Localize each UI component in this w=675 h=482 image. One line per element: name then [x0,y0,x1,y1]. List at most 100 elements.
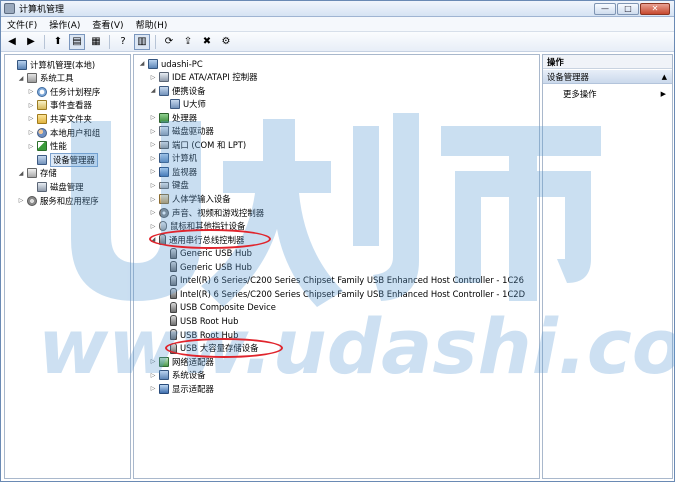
expand-toggle-icon[interactable]: ▷ [27,115,35,122]
expand-toggle-icon[interactable]: ◢ [17,170,25,177]
sound-icon [159,207,169,218]
device-tree-item[interactable]: ▷ 处理器 [149,111,197,124]
device-tree-item[interactable]: USB Root Hub [160,314,238,327]
expand-toggle-icon[interactable]: ◢ [17,75,25,82]
device-tree-item[interactable]: USB Composite Device [160,301,276,314]
expand-toggle-icon[interactable]: ▷ [27,102,35,109]
device-tree-item[interactable]: Intel(R) 6 Series/C200 Series Chipset Fa… [160,274,524,287]
back-icon[interactable]: ◀ [4,34,20,50]
expand-toggle-icon[interactable]: ◢ [149,236,157,243]
toolbar-separator [44,34,45,49]
submenu-arrow-icon: ▶ [660,90,666,98]
maximize-button[interactable]: □ [617,3,639,15]
tree-disk-management[interactable]: 磁盘管理 [27,180,84,193]
device-tree-item[interactable]: ◢ 通用串行总线控制器 [149,233,244,246]
expand-toggle-icon[interactable]: ▷ [149,182,157,189]
tree-local-users[interactable]: ▷ 本地用户和组 [27,126,100,139]
tree-shared-folders[interactable]: ▷ 共享文件夹 [27,112,92,125]
usb-icon [170,261,177,273]
clock-icon [37,86,47,97]
menu-action[interactable]: 操作(A) [49,18,80,31]
device-tree-item[interactable]: ▷ 端口 (COM 和 LPT) [149,138,246,151]
device-tree-item[interactable]: USB Root Hub [160,328,238,341]
navigation-tree-pane[interactable]: 计算机管理(本地) ◢ 系统工具 ▷ 任务计划程序 ▷ 事件查看器 ▷ 共享文件夹 ▷ 本地用户和组… [4,54,131,479]
expand-toggle-icon[interactable]: ▷ [149,155,157,162]
tree-device-manager[interactable]: 设备管理器 [27,152,98,167]
device-tree-item[interactable]: ▷ 声音、视频和游戏控制器 [149,206,264,219]
disable-icon[interactable]: ⚙ [218,34,234,50]
device-tree-item[interactable]: ▷ 系统设备 [149,369,206,382]
expand-toggle-icon[interactable]: ▷ [149,196,157,203]
tree-event-viewer[interactable]: ▷ 事件查看器 [27,99,92,112]
expand-toggle-icon[interactable]: ◢ [138,60,146,67]
toolbar-separator [155,34,156,49]
tree-system-tools[interactable]: ◢ 系统工具 [17,72,74,85]
log-icon [37,100,47,111]
menu-help[interactable]: 帮助(H) [136,18,168,31]
expand-toggle-icon[interactable]: ▷ [149,209,157,216]
scan-hardware-icon[interactable]: ⟳ [161,34,177,50]
expand-toggle-icon[interactable]: ▷ [149,385,157,392]
device-tree-item[interactable]: ▷ 显示适配器 [149,382,214,395]
expand-toggle-icon[interactable]: ▷ [149,168,157,175]
update-driver-icon[interactable]: ⇪ [180,34,196,50]
tree-storage[interactable]: ◢ 存储 [17,167,57,180]
device-tree-item[interactable]: ▷ 键盘 [149,179,189,192]
tools-icon [27,73,37,84]
expand-toggle-icon[interactable]: ▷ [149,372,157,379]
device-tree-item[interactable]: ▷ 人体学输入设备 [149,193,231,206]
expand-toggle-icon[interactable]: ◢ [149,87,157,94]
device-tree-item[interactable]: ▷ 监视器 [149,165,197,178]
device-tree-item[interactable]: ◢ 便携设备 [149,84,206,97]
tree-services-apps[interactable]: ▷ 服务和应用程序 [17,194,99,207]
device-tree-item[interactable]: Intel(R) 6 Series/C200 Series Chipset Fa… [160,287,525,300]
show-tree-icon[interactable]: ▤ [69,33,85,50]
action-pane-icon[interactable]: ▥ [134,33,150,50]
expand-toggle-icon[interactable]: ▷ [17,197,25,204]
up-folder-icon[interactable]: ⬆ [50,34,66,50]
expand-toggle-icon[interactable]: ▷ [27,143,35,150]
expand-toggle-icon[interactable]: ▷ [27,129,35,136]
tree-computer-management[interactable]: 计算机管理(本地) [7,58,95,71]
title-bar[interactable]: 计算机管理 — □ ✕ [1,1,674,17]
device-tree-item[interactable]: ▷ 磁盘驱动器 [149,125,214,138]
expand-toggle-icon[interactable]: ▷ [149,141,157,148]
minimize-button[interactable]: — [594,3,616,15]
device-tree-pane[interactable]: ◢ udashi-PC ▷ IDE ATA/ATAPI 控制器 ◢ 便携设备 U大师 ▷ 处理器… [133,54,540,479]
device-item-label: 鼠标和其他指针设备 [170,221,246,232]
expand-toggle-icon[interactable]: ▷ [149,223,157,230]
help-icon[interactable]: ? [115,34,131,50]
device-tree-item[interactable]: Generic USB Hub [160,260,252,273]
computer-icon [17,59,27,70]
storage-icon [27,168,37,179]
users-icon [37,127,47,138]
expand-toggle-icon[interactable]: ▷ [149,358,157,365]
device-tree-item[interactable]: Generic USB Hub [160,247,252,260]
expand-toggle-icon[interactable]: ▷ [27,88,35,95]
device-tree-item[interactable]: ▷ 鼠标和其他指针设备 [149,220,245,233]
device-item-label: USB Root Hub [180,329,239,340]
tree-performance[interactable]: ▷ 性能 [27,140,67,153]
uninstall-icon[interactable]: ✖ [199,34,215,50]
expand-toggle-icon[interactable]: ▷ [149,128,157,135]
device-tree-item[interactable]: ◢ udashi-PC [138,57,203,70]
more-actions-item[interactable]: 更多操作 ▶ [543,88,672,101]
close-button[interactable]: ✕ [640,3,670,15]
collapse-up-icon[interactable]: ▲ [662,70,667,84]
tree-item-label: 服务和应用程序 [40,195,99,206]
device-item-label: USB Root Hub [180,315,239,326]
device-item-label: U大师 [183,99,206,110]
device-tree-item[interactable]: ▷ 计算机 [149,152,197,165]
device-tree-item[interactable]: ▷ IDE ATA/ATAPI 控制器 [149,71,258,84]
menu-file[interactable]: 文件(F) [7,18,37,31]
menu-view[interactable]: 查看(V) [92,18,123,31]
device-tree-item[interactable]: ▷ 网络适配器 [149,355,214,368]
forward-icon[interactable]: ▶ [23,34,39,50]
properties-icon[interactable]: ▦ [88,34,104,50]
expand-toggle-icon[interactable]: ▷ [149,74,157,81]
tree-task-scheduler[interactable]: ▷ 任务计划程序 [27,85,100,98]
expand-toggle-icon[interactable]: ▷ [149,114,157,121]
device-tree-item[interactable]: U大师 [160,98,206,111]
actions-section-device-manager[interactable]: 设备管理器 ▲ [543,70,672,84]
device-tree-item[interactable]: USB 大容量存储设备 [160,342,258,355]
